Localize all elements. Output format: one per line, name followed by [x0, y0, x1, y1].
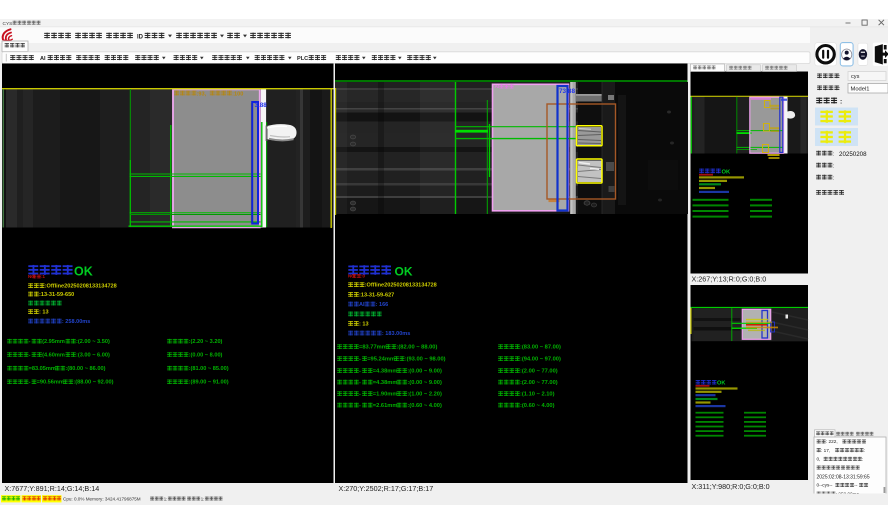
svg-text::Offline20250208133134728: :Offline20250208133134728 [45, 284, 117, 290]
svg-text:=95.24mm: =95.24mm [367, 357, 395, 363]
svg-text:: 183.00ms: : 183.00ms [382, 331, 410, 337]
svg-text:-: - [29, 380, 31, 386]
svg-text::(3.00 ~ 6.00): :(3.00 ~ 6.00) [76, 353, 110, 359]
svg-text:-: - [359, 403, 361, 409]
svg-text:ID: ID [137, 34, 144, 40]
svg-text::(88.00 ~ 92.00): :(88.00 ~ 92.00) [73, 380, 113, 386]
svg-text:=83.05mm: =83.05mm [29, 366, 56, 372]
svg-text:-: - [29, 339, 31, 345]
svg-text::(94.00 ~ 97.00): :(94.00 ~ 97.00) [520, 357, 561, 363]
svg-text:=90.56mm: =90.56mm [37, 380, 64, 386]
svg-text::(80.00 ~ 86.00): :(80.00 ~ 86.00) [65, 366, 105, 372]
svg-text:: 17,: : 17, [821, 448, 830, 454]
svg-text::: : [839, 86, 841, 92]
svg-text:-: - [359, 357, 361, 363]
svg-text:OK: OK [395, 264, 413, 278]
svg-text::0: :0 [361, 274, 365, 279]
svg-text:=1.90mm: =1.90mm [373, 392, 398, 398]
svg-text:X:311;Y:980;R:0;G:0;B:0: X:311;Y:980;R:0;G:0;B:0 [692, 482, 770, 491]
svg-text:: 13: : 13 [39, 310, 49, 316]
svg-text::: : [864, 449, 865, 454]
svg-text::1: :1 [41, 274, 45, 279]
svg-text:AI: AI [495, 84, 500, 90]
svg-text:X:267;Y:13;R:0;G:0;B:0: X:267;Y:13;R:0;G:0;B:0 [692, 274, 767, 283]
svg-text::: : [862, 458, 863, 463]
svg-text::(81.00 ~ 85.00): :(81.00 ~ 85.00) [189, 366, 229, 372]
svg-text::(1.10 ~ 2.10): :(1.10 ~ 2.10) [520, 392, 555, 398]
svg-text::(2.00 ~ 77.00): :(2.00 ~ 77.00) [520, 369, 558, 375]
svg-text:0--cys--: 0--cys-- [817, 483, 833, 489]
svg-text:-: - [359, 392, 361, 398]
svg-text::: : [833, 164, 835, 170]
svg-text:Cpu: 0.0% Memory: 3424.4179687: Cpu: 0.0% Memory: 3424.41796875M [63, 497, 141, 502]
svg-text:CYS-: CYS- [3, 21, 15, 27]
svg-text::: : [839, 74, 841, 80]
svg-text:-: - [29, 353, 31, 359]
svg-text::(2.00 ~ 3.50): :(2.00 ~ 3.50) [76, 339, 110, 345]
svg-text:=83.77mm: =83.77mm [359, 345, 387, 351]
svg-text::100: :100 [232, 91, 243, 97]
svg-text:3.88: 3.88 [255, 102, 268, 109]
svg-text:=4.38mm: =4.38mm [373, 380, 398, 386]
svg-text:0,: 0, [817, 457, 821, 463]
svg-text::93,: :93, [197, 91, 207, 97]
svg-text::(1.00 ~ 2.20): :(1.00 ~ 2.20) [407, 392, 442, 398]
svg-text::(2.00 ~ 77.00): :(2.00 ~ 77.00) [520, 380, 558, 386]
svg-text:: 222,: : 222, [826, 439, 838, 445]
svg-text::: : [833, 176, 835, 182]
svg-text::(0.60 ~ 4.00): :(0.60 ~ 4.00) [407, 403, 442, 409]
svg-text:: 258.00ms: : 258.00ms [62, 319, 90, 325]
svg-text::(82.00 ~ 88.00): :(82.00 ~ 88.00) [397, 345, 438, 351]
svg-text:-: - [359, 369, 361, 375]
svg-text:20250208: 20250208 [839, 151, 867, 158]
svg-text::13-31-59-627: :13-31-59-627 [359, 293, 394, 299]
svg-text:1:: 1: [201, 496, 205, 501]
svg-text::: : [833, 152, 835, 158]
svg-text:cys: cys [851, 74, 860, 80]
svg-text:Model1: Model1 [851, 86, 870, 92]
svg-text:OK: OK [74, 265, 93, 279]
svg-text::(0.00 ~ 9.00): :(0.00 ~ 9.00) [407, 369, 442, 375]
svg-text:=4.38mm: =4.38mm [373, 369, 398, 375]
svg-text::(93.00 ~ 98.00): :(93.00 ~ 98.00) [405, 357, 446, 363]
svg-text:(2.95mm: (2.95mm [42, 339, 65, 345]
svg-text:--: -- [854, 484, 858, 489]
svg-text::13-31-59-650: :13-31-59-650 [39, 292, 74, 298]
svg-text:AI: AI [40, 56, 46, 62]
svg-text::(0.00 ~ 8.00): :(0.00 ~ 8.00) [189, 353, 223, 359]
svg-text:73.88: 73.88 [559, 88, 575, 95]
svg-text:-: - [359, 380, 361, 386]
svg-text:: 166: : 166 [376, 302, 389, 308]
svg-text:X:270;Y:2502;R:17;G:17;B:17: X:270;Y:2502;R:17;G:17;B:17 [339, 484, 434, 493]
svg-text::: : [843, 191, 845, 197]
svg-text::: : [840, 99, 842, 106]
svg-text::(2.20 ~ 3.20): :(2.20 ~ 3.20) [189, 339, 223, 345]
svg-text::(0.00 ~ 9.00): :(0.00 ~ 9.00) [407, 380, 442, 386]
svg-text:PLC: PLC [297, 56, 308, 62]
svg-text::(83.00 ~ 87.00): :(83.00 ~ 87.00) [520, 345, 561, 351]
svg-text::(0.60 ~ 4.00): :(0.60 ~ 4.00) [520, 403, 555, 409]
svg-text:AI: AI [359, 302, 365, 308]
svg-text:(4.60mm: (4.60mm [42, 353, 65, 359]
svg-text:: 13: : 13 [359, 322, 369, 328]
svg-text:OK: OK [717, 381, 725, 387]
svg-text:2025:02:08-13:31:59:65: 2025:02:08-13:31:59:65 [817, 474, 870, 480]
svg-text::Offline20250208133134728: :Offline20250208133134728 [365, 283, 437, 289]
svg-text::(89.00 ~ 91.00): :(89.00 ~ 91.00) [189, 380, 229, 386]
svg-text:OK: OK [722, 169, 732, 175]
svg-text:=2.61mm: =2.61mm [373, 403, 398, 409]
svg-text:1:: 1: [164, 496, 168, 501]
svg-text:X:7677;Y:891;R:14;G:14;B:14: X:7677;Y:891;R:14;G:14;B:14 [5, 484, 100, 493]
